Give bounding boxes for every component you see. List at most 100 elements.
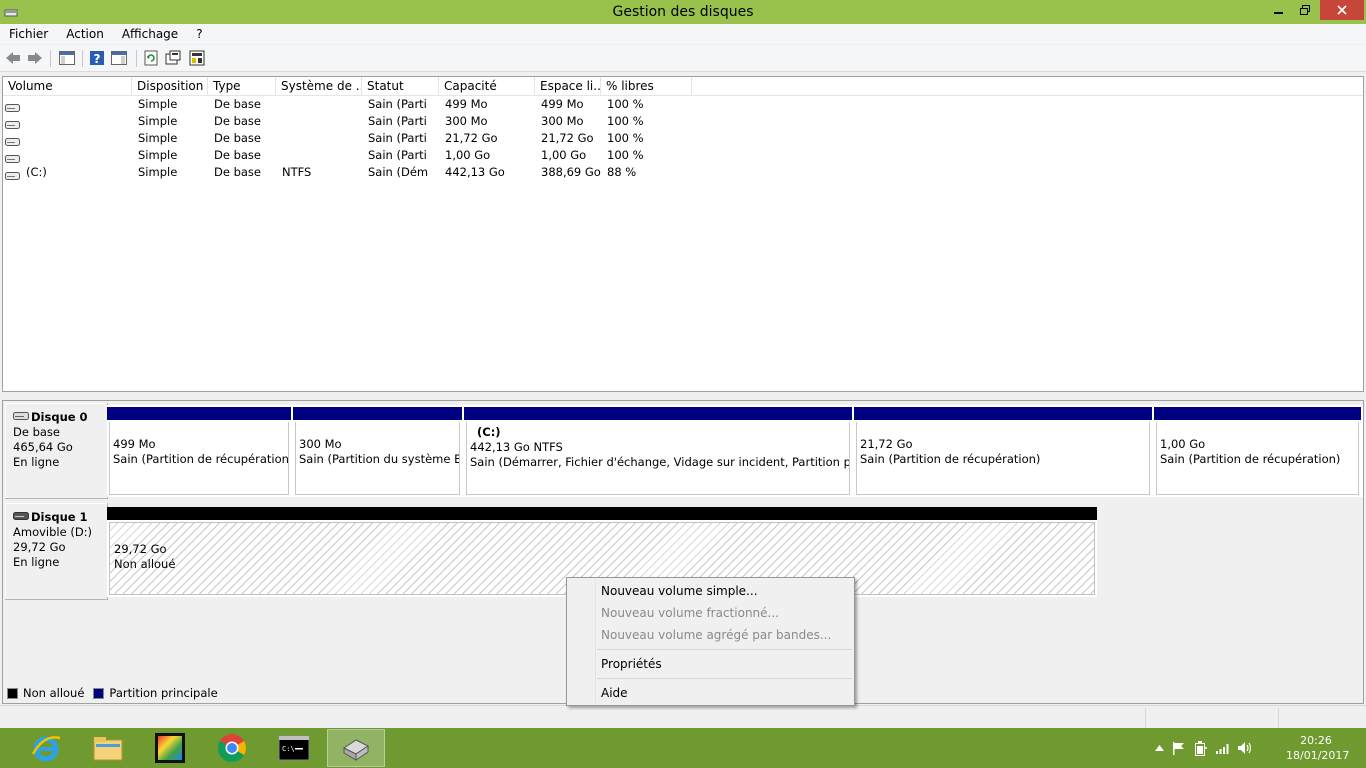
column-header-disposition[interactable]: Disposition: [132, 77, 208, 96]
partition-c-drive[interactable]: (C:) 442,13 Go NTFS Sain (Démarrer, Fich…: [464, 407, 852, 497]
partition-body: 1,00 Go Sain (Partition de récupération): [1156, 422, 1359, 495]
partition-recovery-1[interactable]: 1,00 Go Sain (Partition de récupération): [1154, 407, 1361, 497]
disk-0-size: 465,64 Go: [13, 440, 73, 454]
show-hidden-icons-icon[interactable]: [1152, 745, 1166, 751]
disk-1-status: En ligne: [13, 555, 60, 569]
forward-arrow-icon[interactable]: [26, 49, 44, 67]
partition-label: (C:): [477, 425, 501, 439]
restore-icon[interactable]: [1292, 0, 1318, 20]
partition-size: 21,72 Go: [860, 437, 913, 451]
menu-item-new-spanned-volume[interactable]: Nouveau volume fractionné...: [569, 602, 852, 624]
primary-partition-bar: [293, 407, 462, 420]
column-header-filesystem[interactable]: Système de ...: [276, 77, 362, 96]
toolbar-separator: [136, 50, 137, 67]
back-arrow-icon[interactable]: [4, 49, 22, 67]
primary-partition-bar: [464, 407, 852, 420]
disk-management-taskbar-icon[interactable]: [327, 729, 385, 767]
chrome-icon[interactable]: [203, 729, 261, 767]
primary-partition-bar: [107, 407, 291, 420]
menu-separator: [597, 649, 852, 650]
disk-1-size: 29,72 Go: [13, 540, 66, 554]
cell-volume: (C:): [26, 165, 47, 179]
cell-volume: [21, 147, 132, 164]
system-tray: [1152, 728, 1256, 768]
cell-status: Sain (Parti: [368, 97, 427, 111]
cell-status: Sain (Parti: [368, 131, 427, 145]
menu-help[interactable]: ?: [187, 24, 211, 44]
menu-affichage[interactable]: Affichage: [113, 24, 187, 44]
cell-capacity: 21,72 Go: [445, 131, 498, 145]
window-title: Gestion des disques: [612, 4, 754, 20]
column-header-status[interactable]: Statut: [362, 77, 439, 96]
status-segment: [1145, 708, 1278, 728]
partition-body: 21,72 Go Sain (Partition de récupération…: [856, 422, 1150, 495]
photo-app-icon[interactable]: [141, 729, 199, 767]
menu-item-properties[interactable]: Propriétés: [569, 653, 852, 675]
partition-size: 1,00 Go: [1160, 437, 1206, 451]
show-action-pane-icon[interactable]: [110, 49, 128, 67]
rescan-disks-icon[interactable]: [164, 49, 182, 67]
cell-free-space: 1,00 Go: [541, 148, 587, 162]
column-header-volume[interactable]: Volume: [3, 77, 132, 96]
svg-text:C:\: C:\: [282, 745, 295, 753]
table-row[interactable]: Simple De base Sain (Parti 21,72 Go 21,7…: [3, 130, 1363, 147]
pane-splitter[interactable]: [0, 392, 1366, 400]
column-header-percent-free[interactable]: % libres: [601, 77, 692, 96]
legend-swatch-unallocated: [7, 687, 18, 699]
cell-disposition: Simple: [138, 114, 178, 128]
refresh-icon[interactable]: [142, 49, 160, 67]
partition-status: Sain (Partition de récupération): [1160, 452, 1341, 466]
cell-capacity: 442,13 Go: [445, 165, 505, 179]
properties-icon[interactable]: [188, 49, 206, 67]
table-row[interactable]: Simple De base Sain (Parti 1,00 Go 1,00 …: [3, 147, 1363, 164]
column-header-free-space[interactable]: Espace li...: [535, 77, 601, 96]
cell-type: De base: [214, 97, 261, 111]
table-row[interactable]: Simple De base Sain (Parti 300 Mo 300 Mo…: [3, 113, 1363, 130]
console-tree-icon[interactable]: [58, 49, 76, 67]
cell-status: Sain (Parti: [368, 114, 427, 128]
file-explorer-icon[interactable]: [79, 729, 137, 767]
drive-icon: [5, 135, 20, 146]
partition-status: Sain (Partition du système EFI: [299, 452, 460, 466]
action-center-flag-icon[interactable]: [1166, 741, 1190, 755]
column-header-type[interactable]: Type: [208, 77, 276, 96]
column-header-capacity[interactable]: Capacité: [439, 77, 535, 96]
toolbar: ?: [0, 45, 1366, 72]
battery-icon[interactable]: [1190, 740, 1212, 756]
disk-icon: [13, 410, 29, 425]
menu-item-new-simple-volume[interactable]: Nouveau volume simple...: [569, 580, 852, 602]
partition-recovery-499[interactable]: 499 Mo Sain (Partition de récupération): [107, 407, 291, 497]
partition-status: Sain (Partition de récupération): [113, 452, 289, 466]
volume-list[interactable]: Volume Disposition Type Système de ... S…: [2, 76, 1364, 392]
volume-icon[interactable]: [1234, 741, 1256, 755]
menu-item-new-striped-volume[interactable]: Nouveau volume agrégé par bandes...: [569, 624, 852, 646]
cell-capacity: 499 Mo: [445, 97, 488, 111]
partition-recovery-21-72[interactable]: 21,72 Go Sain (Partition de récupération…: [854, 407, 1152, 497]
internet-explorer-icon[interactable]: [17, 729, 75, 767]
disk-1-label[interactable]: Disque 1 Amovible (D:) 29,72 Go En ligne: [5, 503, 108, 600]
cell-filesystem: NTFS: [282, 165, 312, 179]
clock[interactable]: 20:26 18/01/2017: [1286, 733, 1350, 763]
partition-size: 442,13 Go NTFS: [470, 440, 563, 454]
signal-strength-icon[interactable]: [1212, 741, 1234, 755]
table-row[interactable]: (C:) Simple De base NTFS Sain (Dém 442,1…: [3, 164, 1363, 181]
cell-disposition: Simple: [138, 97, 178, 111]
close-icon[interactable]: [1320, 0, 1364, 20]
legend-label-primary: Partition principale: [109, 686, 218, 700]
disk-0-label[interactable]: Disque 0 De base 465,64 Go En ligne: [5, 403, 108, 499]
cell-percent-free: 100 %: [607, 97, 644, 111]
menu-action[interactable]: Action: [57, 24, 113, 44]
table-row[interactable]: Simple De base Sain (Parti 499 Mo 499 Mo…: [3, 96, 1363, 113]
clock-date: 18/01/2017: [1286, 749, 1350, 762]
cell-percent-free: 100 %: [607, 148, 644, 162]
menu-item-help[interactable]: Aide: [569, 682, 852, 704]
cell-free-space: 21,72 Go: [541, 131, 594, 145]
toolbar-separator: [82, 50, 83, 67]
minimize-icon[interactable]: [1266, 0, 1292, 20]
cell-percent-free: 100 %: [607, 131, 644, 145]
menu-fichier[interactable]: Fichier: [0, 24, 57, 44]
partition-efi-300[interactable]: 300 Mo Sain (Partition du système EFI: [293, 407, 462, 497]
command-prompt-icon[interactable]: C:\: [265, 729, 323, 767]
help-icon[interactable]: ?: [88, 49, 106, 67]
disk-0-type: De base: [13, 425, 60, 439]
